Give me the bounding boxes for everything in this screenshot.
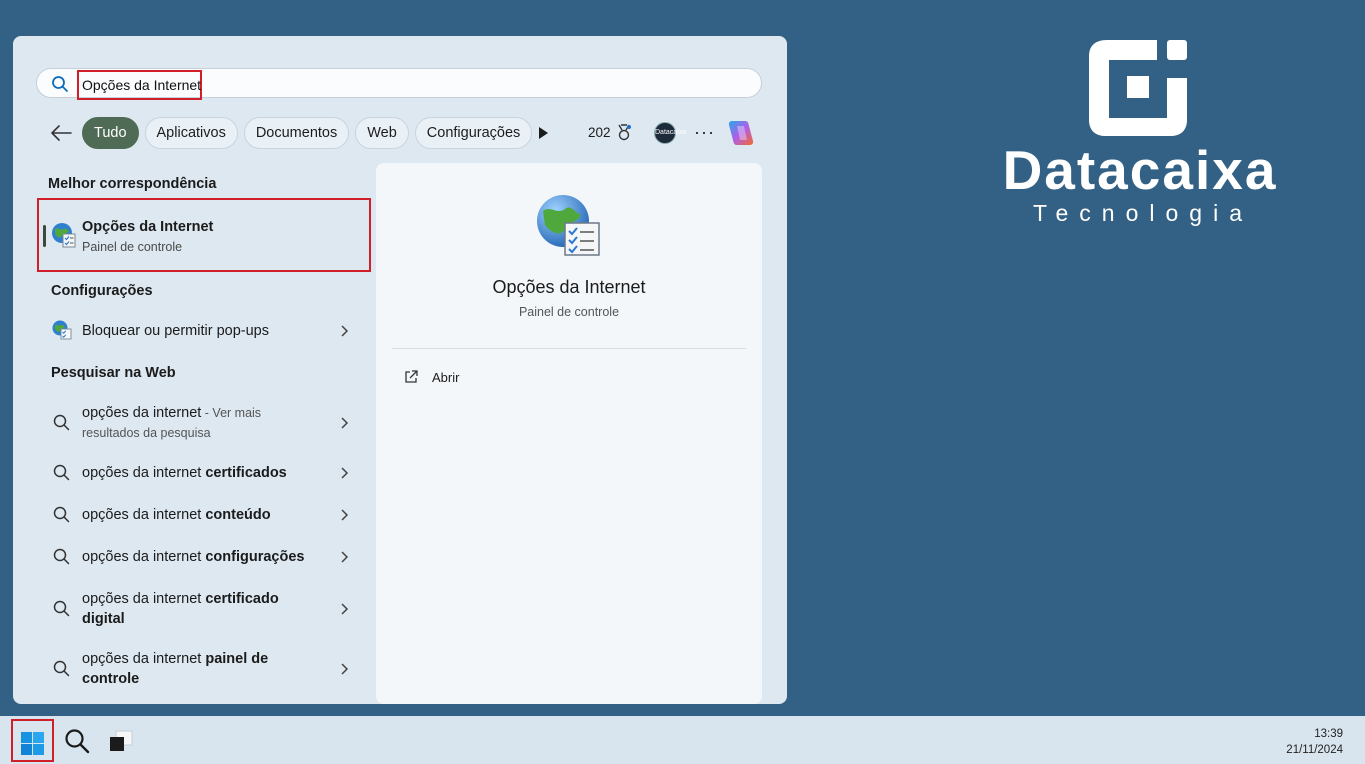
best-match-heading: Melhor correspondência xyxy=(48,176,217,192)
chevron-right-icon xyxy=(341,509,349,521)
web-result-item[interactable]: opções da internet certificado digital xyxy=(49,588,359,630)
search-icon xyxy=(53,548,70,565)
search-icon xyxy=(53,660,70,677)
search-box[interactable]: Opções da Internet xyxy=(36,68,762,100)
web-result-bold: configurações xyxy=(205,549,305,565)
copilot-icon[interactable] xyxy=(726,119,756,147)
clock-time: 13:39 xyxy=(1314,728,1343,740)
open-external-icon xyxy=(405,370,418,383)
filter-tabs: Tudo Aplicativos Documentos Web Configur… xyxy=(82,117,533,149)
chevron-right-icon xyxy=(341,663,349,675)
web-result-bold: painel de xyxy=(205,651,269,667)
web-result-hint: - Ver mais xyxy=(201,406,262,420)
web-result-text: opções da internet xyxy=(82,405,202,421)
search-icon xyxy=(52,76,68,92)
avatar-label: Datacaixa xyxy=(655,129,687,136)
datacaixa-logo-icon xyxy=(1089,40,1187,136)
windows-logo-icon xyxy=(21,732,44,755)
system-clock[interactable]: 13:39 21/11/2024 xyxy=(1286,726,1343,758)
web-result-text: opções da internet xyxy=(82,507,206,523)
search-input[interactable]: Opções da Internet xyxy=(77,70,202,100)
preview-pane: Opções da Internet Painel de controle Ab… xyxy=(376,163,762,704)
clock-date: 21/11/2024 xyxy=(1286,744,1343,756)
points-value: 202 xyxy=(588,125,611,140)
preview-title: Opções da Internet xyxy=(492,277,646,297)
account-avatar[interactable]: Datacaixa xyxy=(654,122,686,144)
web-result-text: opções da internet xyxy=(82,591,206,607)
best-match-subtitle: Painel de controle xyxy=(82,240,183,254)
chevron-right-icon xyxy=(341,551,349,563)
back-arrow-icon[interactable] xyxy=(49,123,73,143)
taskbar-search-icon[interactable] xyxy=(64,728,90,754)
internet-options-icon xyxy=(52,223,76,248)
web-result-text: opções da internet xyxy=(82,651,206,667)
open-label: Abrir xyxy=(432,370,460,385)
search-icon xyxy=(53,414,70,431)
more-options-button[interactable]: ··· xyxy=(694,122,715,143)
web-result-item[interactable]: opções da internet certificados xyxy=(49,462,359,484)
play-icon[interactable] xyxy=(537,126,549,140)
internet-options-large-icon xyxy=(537,195,600,256)
web-result-bold: certificados xyxy=(205,465,287,481)
web-result-item[interactable]: opções da internet painel de controle xyxy=(49,648,359,690)
web-search-heading: Pesquisar na Web xyxy=(51,365,176,381)
web-result-item[interactable]: opções da internet - Ver mais resultados… xyxy=(49,402,359,444)
search-icon xyxy=(53,600,70,617)
logo-tagline: Tecnologia xyxy=(1033,200,1253,226)
start-button[interactable] xyxy=(11,719,54,762)
tab-aplicativos[interactable]: Aplicativos xyxy=(144,117,238,149)
setting-popups-label: Bloquear ou permitir pop-ups xyxy=(82,323,269,339)
preview-subtitle: Painel de controle xyxy=(518,305,620,319)
web-result-item[interactable]: opções da internet conteúdo xyxy=(49,504,359,526)
web-result-item[interactable]: opções da internet configurações xyxy=(49,546,359,568)
web-result-bold: conteúdo xyxy=(205,507,271,523)
taskbar-app-icon[interactable] xyxy=(108,729,134,753)
chevron-right-icon xyxy=(341,325,349,337)
tab-documentos[interactable]: Documentos xyxy=(243,117,350,149)
divider xyxy=(392,348,746,349)
tab-web[interactable]: Web xyxy=(355,117,409,149)
setting-popups-item[interactable]: Bloquear ou permitir pop-ups xyxy=(49,320,359,342)
logo-name: Datacaixa xyxy=(1002,139,1278,201)
best-match-item[interactable]: Opções da Internet Painel de controle xyxy=(37,198,371,272)
selection-indicator xyxy=(43,225,46,247)
web-result-bold-line2: controle xyxy=(82,671,140,687)
best-match-name: Opções da Internet xyxy=(82,219,214,235)
taskbar: 13:39 21/11/2024 xyxy=(0,716,1365,764)
web-result-text: opções da internet xyxy=(82,465,206,481)
web-result-bold: certificado xyxy=(205,591,279,607)
chevron-right-icon xyxy=(341,417,349,429)
popup-settings-icon xyxy=(52,320,72,340)
search-flyout: Opções da Internet Tudo Aplicativos Docu… xyxy=(13,36,787,704)
web-result-text: opções da internet xyxy=(82,549,206,565)
settings-heading: Configurações xyxy=(51,283,153,299)
tab-tudo[interactable]: Tudo xyxy=(82,117,139,149)
web-result-bold-line2: digital xyxy=(82,611,125,627)
tab-configuracoes[interactable]: Configurações xyxy=(414,117,533,149)
medal-icon xyxy=(617,124,631,141)
chevron-right-icon xyxy=(341,603,349,615)
search-icon xyxy=(53,506,70,523)
search-icon xyxy=(53,464,70,481)
chevron-right-icon xyxy=(341,467,349,479)
rewards-points[interactable]: 202 xyxy=(588,124,632,141)
web-result-hint-line2: resultados da pesquisa xyxy=(82,426,211,440)
